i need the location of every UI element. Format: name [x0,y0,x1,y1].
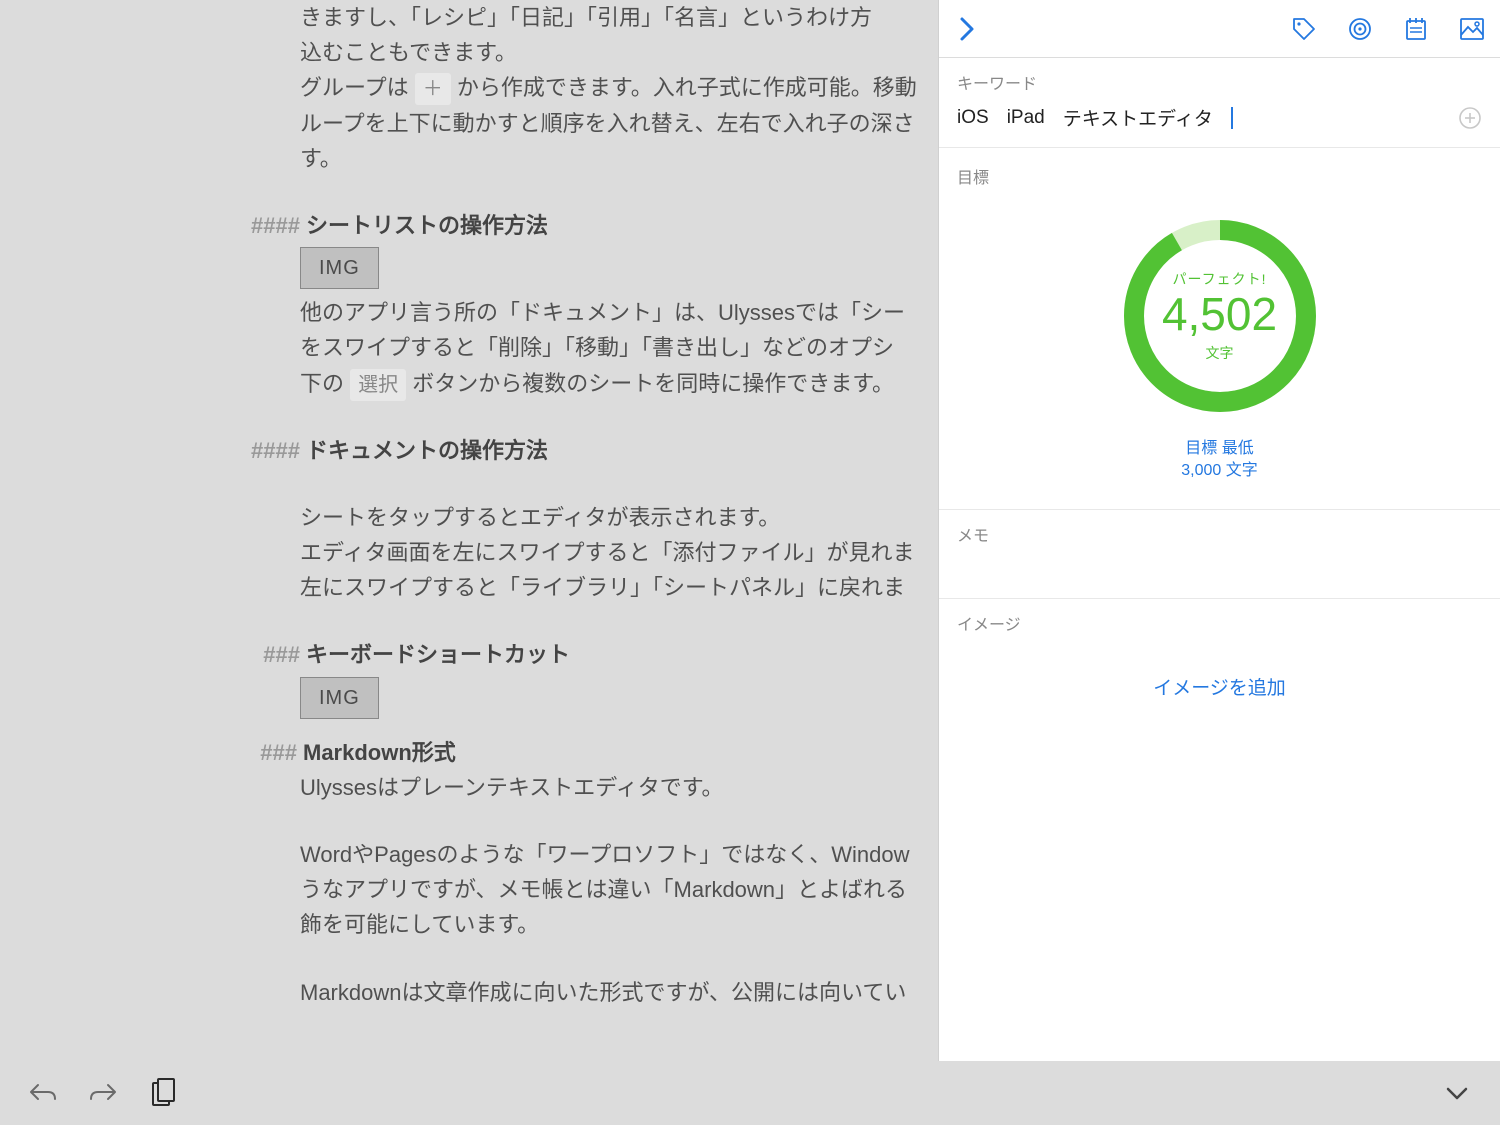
goal-count: 4,502 [1162,291,1277,337]
keyword-tag[interactable]: テキストエディタ [1063,104,1213,131]
body-text: 込むこともできます。 [10,35,928,70]
keyword-tag[interactable]: iOS [957,107,989,129]
heading-4: #### ドキュメントの操作方法 [10,433,928,468]
image-icon[interactable] [1458,15,1486,43]
dismiss-keyboard-button[interactable] [1442,1078,1472,1108]
goal-section: 目標 パーフェクト! 4,502 文字 目標 最低 3,000 文字 [939,148,1500,510]
heading-3: ### キーボードショートカット [10,637,928,672]
add-keyword-button[interactable] [1458,106,1482,130]
redo-button[interactable] [88,1078,118,1108]
image-placeholder[interactable]: IMG [300,677,379,719]
goal-status-label: パーフェクト! [1172,269,1266,289]
image-section-label: イメージ [939,599,1500,645]
target-icon[interactable] [1346,15,1374,43]
goal-section-label: 目標 [939,158,1500,188]
chevron-right-icon[interactable] [953,15,981,43]
heading-4: #### シートリストの操作方法 [10,208,928,243]
goal-target-link[interactable]: 目標 最低 3,000 文字 [1181,438,1258,483]
keyword-row[interactable]: iOS iPad テキストエディタ [939,104,1500,148]
heading-marker: ### [248,637,300,672]
body-text: グループは ＋ から作成できます。入れ子式に作成可能。移動 [10,70,928,105]
plus-badge: ＋ [415,73,451,105]
body-text: 下の 選択 ボタンから複数のシートを同時に操作できます。 [10,366,928,401]
text-cursor [1231,107,1233,129]
body-text: Markdownは文章作成に向いた形式ですが、公開には向いてい [10,975,928,1010]
inspector-toolbar [939,0,1500,58]
body-text: エディタ画面を左にスワイプすると「添付ファイル」が見れま [10,535,928,570]
body-text: Ulyssesはプレーンテキストエディタです。 [10,770,928,805]
keyboard-toolbar [0,1061,1500,1125]
add-image-button[interactable]: イメージを追加 [939,645,1500,728]
body-text: きますし、「レシピ」「日記」「引用」「名言」というわけ方 [10,0,928,35]
body-text: シートをタップするとエディタが表示されます。 [10,500,928,535]
body-text: うなアプリですが、メモ帳とは違い「Markdown」とよばれる [10,872,928,907]
goal-unit: 文字 [1206,343,1234,363]
body-text: WordやPagesのような「ワープロソフト」ではなく、Window [10,837,928,872]
body-text: をスワイプすると「削除」「移動」「書き出し」などのオプシ [10,330,928,365]
image-section: イメージ イメージを追加 [939,599,1500,728]
body-text: 他のアプリ言う所の「ドキュメント」は、Ulyssesでは「シー [10,295,928,330]
heading-marker: #### [235,208,300,243]
memo-section[interactable]: メモ [939,510,1500,599]
select-badge: 選択 [350,369,406,401]
body-text: 飾を可能にしています。 [10,907,928,942]
inspector-pane: キーワード iOS iPad テキストエディタ 目標 パーフェクト! [938,0,1500,1061]
keyword-section-label: キーワード [939,58,1500,104]
editor-pane[interactable]: きますし、「レシピ」「日記」「引用」「名言」というわけ方 込むこともできます。 … [0,0,938,1061]
heading-marker: ### [258,735,297,770]
heading-3: ### Markdown形式 [10,735,928,770]
heading-marker: #### [235,433,300,468]
body-text: 左にスワイプすると「ライブラリ」「シートパネル」に戻れま [10,570,928,605]
keyword-tag[interactable]: iPad [1007,107,1045,129]
clipboard-button[interactable] [148,1078,178,1108]
undo-button[interactable] [28,1078,58,1108]
tag-icon[interactable] [1290,15,1318,43]
body-text: す。 [10,141,928,176]
goal-progress-ring[interactable]: パーフェクト! 4,502 文字 [1120,216,1320,416]
image-placeholder[interactable]: IMG [300,247,379,289]
note-icon[interactable] [1402,15,1430,43]
memo-section-label: メモ [939,510,1500,556]
body-text: ループを上下に動かすと順序を入れ替え、左右で入れ子の深さ [10,106,928,141]
